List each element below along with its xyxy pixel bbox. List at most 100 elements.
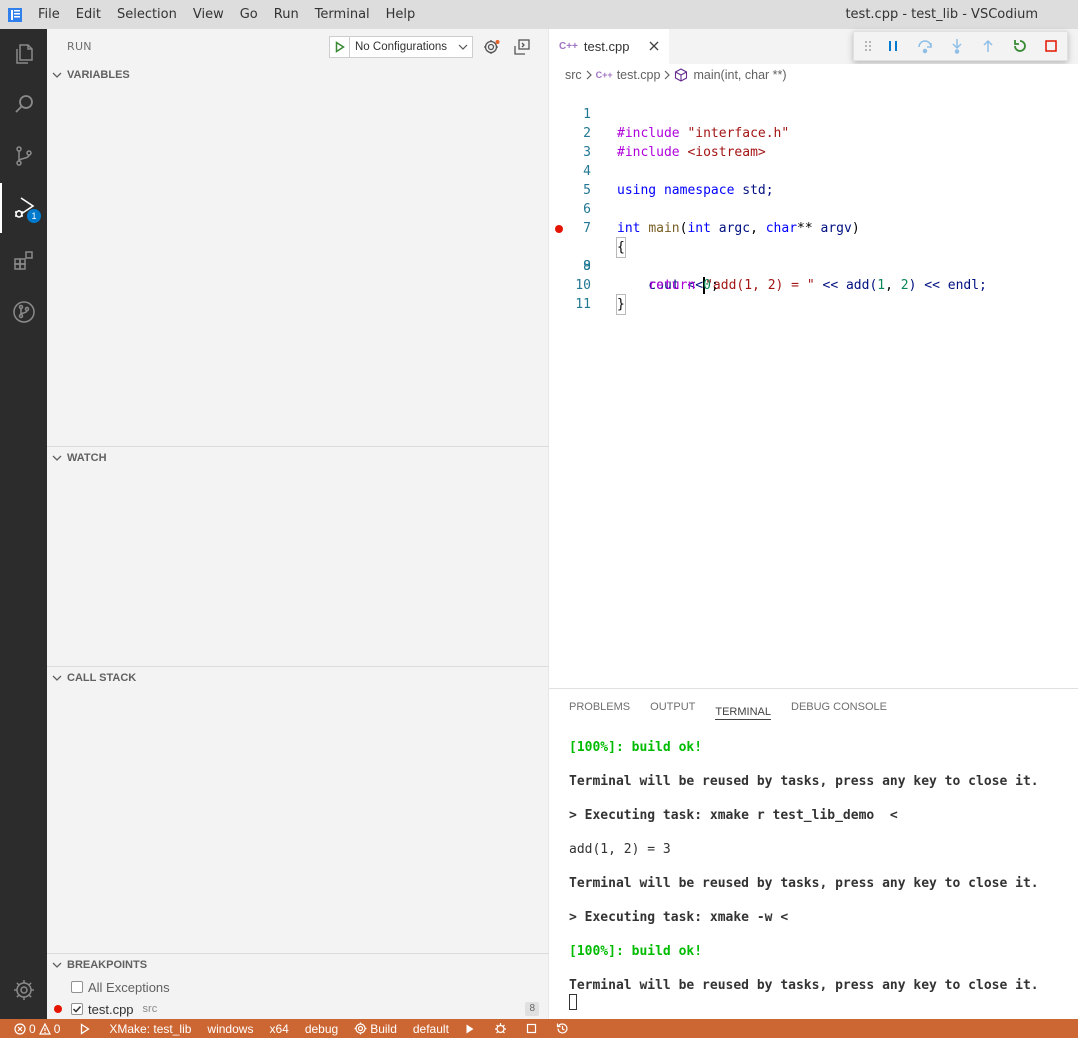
breakpoint-line-badge: 8: [525, 1002, 539, 1016]
menu-go[interactable]: Go: [232, 0, 266, 29]
tab-output[interactable]: OUTPUT: [650, 689, 695, 725]
variables-title: VARIABLES: [67, 69, 130, 81]
xmake-mode[interactable]: debug: [297, 1019, 346, 1038]
breadcrumb: src C++ test.cpp main(int, char **): [549, 64, 1078, 86]
breakpoint-row[interactable]: test.cpp src 8: [47, 998, 549, 1020]
bottom-panel: PROBLEMS OUTPUT TERMINAL DEBUG CONSOLE […: [549, 688, 1078, 1019]
call-stack-title: CALL STACK: [67, 672, 137, 684]
menu-file[interactable]: File: [30, 0, 68, 29]
play-icon: [81, 1022, 91, 1035]
xmake-target[interactable]: default: [405, 1019, 457, 1038]
xmake-project[interactable]: XMake: test_lib: [101, 1019, 199, 1038]
git-graph-icon[interactable]: [0, 287, 47, 337]
breakpoint-checkbox[interactable]: [71, 1003, 83, 1015]
code-line-breakpoint: 8 cout << "add(1, 2) = " << add(1, 2) << …: [549, 219, 1078, 294]
terminal-line: > Executing task: xmake -w <: [569, 910, 789, 925]
tab-problems[interactable]: PROBLEMS: [569, 689, 630, 725]
terminal-line: > Executing task: xmake r test_lib_demo …: [569, 808, 898, 823]
breakpoints-section-header[interactable]: BREAKPOINTS: [47, 954, 549, 976]
xmake-build[interactable]: Build: [346, 1019, 405, 1038]
terminal-output[interactable]: [100%]: build ok! Terminal will be reuse…: [569, 739, 1074, 1011]
config-label: No Configurations: [355, 41, 448, 53]
menu-run[interactable]: Run: [266, 0, 307, 29]
drag-handle-icon[interactable]: [858, 33, 878, 59]
chevron-right-icon: [664, 70, 671, 80]
code-token: }: [616, 294, 626, 315]
code-line: 4 using namespace std;: [549, 143, 1078, 198]
code-line: 2 #include <iostream>: [549, 105, 1078, 160]
breakpoint-dir: src: [142, 1003, 158, 1015]
source-control-icon[interactable]: [0, 131, 47, 181]
debug-toolbar: [853, 31, 1068, 61]
xmake-platform[interactable]: windows: [199, 1019, 261, 1038]
xmake-debug-icon[interactable]: [486, 1019, 518, 1038]
extensions-icon[interactable]: [0, 235, 47, 285]
code-line: 11: [549, 276, 1078, 312]
explorer-icon[interactable]: [0, 29, 47, 79]
pause-icon[interactable]: [878, 33, 910, 59]
close-icon[interactable]: [647, 39, 661, 53]
stop-icon[interactable]: [1035, 33, 1067, 59]
breakpoints-title: BREAKPOINTS: [67, 959, 148, 971]
build-label: Build: [370, 1021, 397, 1036]
search-icon[interactable]: [0, 79, 47, 129]
all-exceptions-checkbox[interactable]: [71, 981, 83, 993]
restart-icon[interactable]: [1004, 33, 1036, 59]
breakpoint-dot-icon: [54, 1005, 62, 1013]
settings-gear-icon[interactable]: [0, 965, 47, 1015]
xmake-arch[interactable]: x64: [261, 1019, 296, 1038]
history-icon[interactable]: [548, 1019, 580, 1038]
breadcrumb-file[interactable]: test.cpp: [617, 68, 661, 82]
code-line: 5: [549, 162, 1078, 198]
xmake-clean-icon[interactable]: [518, 1019, 548, 1038]
terminal-line: add(1, 2) = 3: [569, 842, 671, 857]
run-header: RUN No Configurations: [47, 29, 549, 64]
step-out-icon[interactable]: [972, 33, 1004, 59]
status-bar: 0 0 XMake: test_lib windows x64 debug Bu…: [0, 1019, 1078, 1038]
breakpoint-file: test.cpp: [88, 1001, 134, 1017]
tab-debug-console[interactable]: DEBUG CONSOLE: [791, 689, 887, 725]
call-stack-section-header[interactable]: CALL STACK: [47, 667, 549, 689]
start-debugging-button[interactable]: [330, 37, 350, 57]
code-line: 7 {: [549, 200, 1078, 258]
warning-icon: [38, 1022, 51, 1035]
menu-terminal[interactable]: Terminal: [307, 0, 378, 29]
menu-edit[interactable]: Edit: [68, 0, 109, 29]
window-title: test.cpp - test_lib - VSCodium: [845, 7, 1038, 22]
menu-selection[interactable]: Selection: [109, 0, 185, 29]
breadcrumb-symbol[interactable]: main(int, char **): [693, 68, 786, 82]
chevron-down-icon: [47, 72, 67, 78]
chevron-down-icon: [47, 675, 67, 681]
xmake-run-icon[interactable]: [457, 1019, 486, 1038]
menu-bar: File Edit Selection View Go Run Terminal…: [30, 0, 423, 29]
all-exceptions-row: All Exceptions: [47, 976, 549, 998]
terminal-line: [100%]: build ok!: [569, 740, 703, 755]
code-line: 9 return 0;: [549, 238, 1078, 293]
terminal-line: Terminal will be reused by tasks, press …: [569, 978, 1039, 993]
debug-configuration-select[interactable]: No Configurations: [329, 36, 473, 58]
open-launch-json-gear-icon[interactable]: [483, 38, 501, 56]
step-into-icon[interactable]: [941, 33, 973, 59]
breadcrumb-folder[interactable]: src: [565, 68, 582, 82]
panel-tab-bar: PROBLEMS OUTPUT TERMINAL DEBUG CONSOLE: [569, 689, 907, 725]
vscodium-logo-icon: [0, 0, 30, 29]
code-editor[interactable]: 1 #include "interface.h" 2 #include <ios…: [549, 86, 1078, 686]
debug-console-icon[interactable]: [513, 38, 531, 56]
gear-icon: [354, 1022, 367, 1035]
cpp-file-icon: C++: [595, 70, 613, 80]
chevron-down-icon: [454, 37, 472, 57]
symbol-method-icon: [674, 68, 688, 82]
error-icon: [14, 1022, 26, 1035]
watch-section-header[interactable]: WATCH: [47, 447, 549, 469]
run-debug-icon[interactable]: 1: [0, 183, 47, 233]
problems-status[interactable]: 0 0: [0, 1019, 68, 1038]
menu-help[interactable]: Help: [378, 0, 424, 29]
tab-terminal[interactable]: TERMINAL: [715, 694, 771, 720]
variables-section-header[interactable]: VARIABLES: [47, 64, 549, 86]
menu-view[interactable]: View: [185, 0, 232, 29]
breakpoint-dot-icon[interactable]: [555, 225, 563, 233]
step-over-icon[interactable]: [909, 33, 941, 59]
start-debug-status[interactable]: [68, 1019, 101, 1038]
tab-test-cpp[interactable]: C++ test.cpp: [549, 29, 669, 64]
chevron-right-icon: [586, 70, 592, 80]
